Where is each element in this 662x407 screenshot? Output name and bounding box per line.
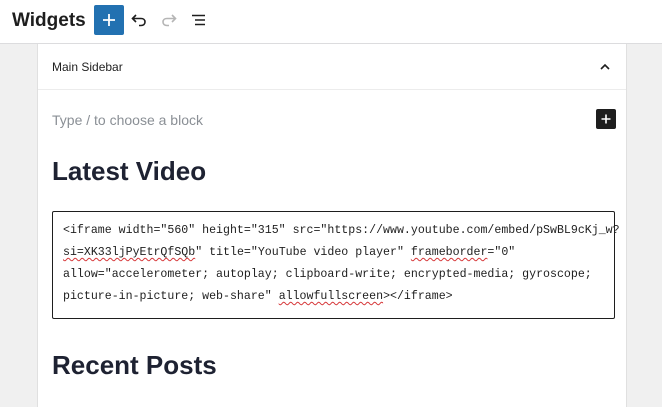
widget-area-header[interactable]: Main Sidebar (38, 44, 626, 90)
inline-inserter-button[interactable] (596, 109, 616, 129)
code-text: ="0" (487, 246, 516, 259)
code-text-spellcheck: frameborder (410, 246, 488, 259)
code-text: picture-in-picture; web-share" (63, 290, 279, 303)
redo-icon (162, 14, 177, 27)
page-title: Widgets (12, 10, 86, 31)
block-inserter-button[interactable] (94, 5, 124, 35)
redo-button[interactable] (158, 9, 180, 31)
code-line-1: <iframe width="560" height="315" src="ht… (63, 224, 620, 237)
editor-header: Widgets (0, 0, 662, 44)
custom-html-block[interactable]: <iframe width="560" height="315" src="ht… (52, 211, 620, 319)
plus-icon (601, 114, 611, 124)
undo-button[interactable] (128, 9, 150, 31)
code-line-2: si=XK33ljPyEtrQfSQb" title="YouTube vide… (63, 242, 604, 264)
undo-icon (131, 14, 146, 27)
code-line-3: allow="accelerometer; autoplay; clipboar… (63, 268, 592, 281)
code-text-spellcheck: si=XK33ljPyEtrQfSQb (63, 246, 196, 259)
code-text-spellcheck: allowfullscreen (278, 290, 384, 303)
code-text: " title="YouTube video player" (195, 246, 411, 259)
code-line-4: picture-in-picture; web-share" allowfull… (63, 286, 604, 308)
widget-area-title: Main Sidebar (52, 60, 123, 74)
list-view-icon (192, 14, 205, 26)
heading-latest-video[interactable]: Latest Video (52, 155, 206, 187)
plus-icon (103, 14, 115, 26)
chevron-up-icon[interactable] (598, 60, 612, 74)
heading-recent-posts[interactable]: Recent Posts (52, 349, 217, 381)
widget-area-panel: Main Sidebar Type / to choose a block La… (37, 44, 627, 407)
list-view-button[interactable] (188, 9, 210, 31)
block-placeholder[interactable]: Type / to choose a block (52, 111, 203, 129)
code-text: ></iframe> (383, 290, 453, 303)
